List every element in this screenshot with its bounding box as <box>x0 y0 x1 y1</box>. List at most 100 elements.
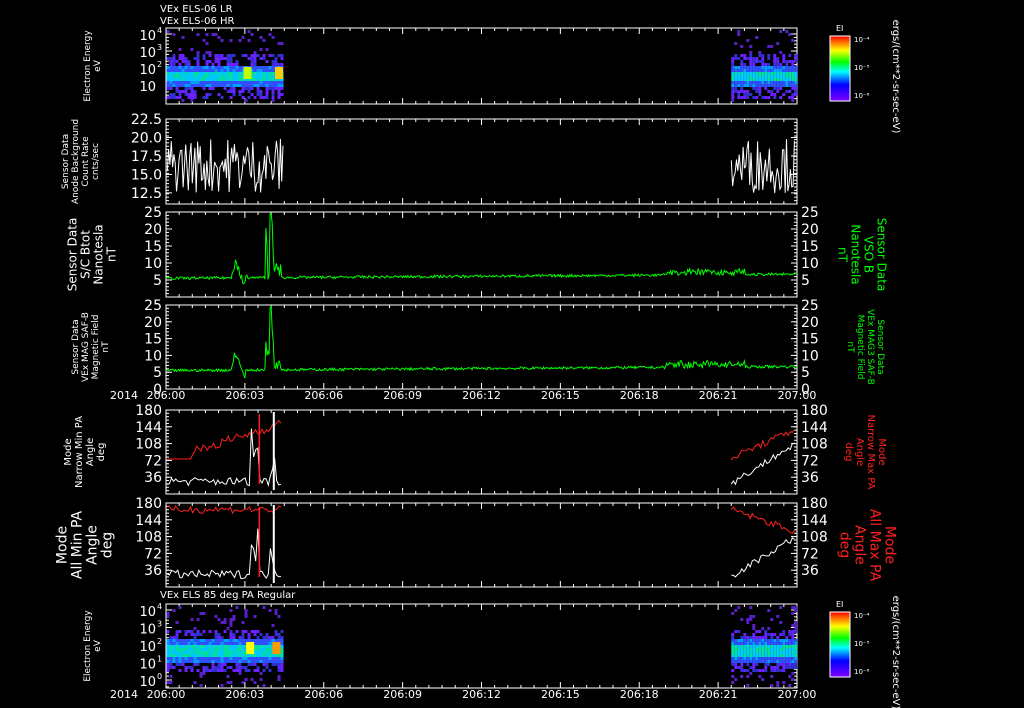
spectrogram-cell <box>770 666 774 669</box>
spectrogram-cell <box>758 93 762 96</box>
y-tick-label-right: 144 <box>801 513 828 529</box>
spectrogram-cell <box>791 642 795 645</box>
colorbar-tick: 10⁻⁴ <box>854 612 870 620</box>
spectrogram-cell <box>226 84 230 87</box>
spectrogram-cell <box>746 657 750 660</box>
spectrogram-cell <box>214 54 218 57</box>
spectrogram-cell <box>794 642 798 645</box>
spectrogram-cell <box>211 642 215 645</box>
spectrogram-cell <box>175 639 179 642</box>
colorbar-units: ergs/(cm**2-sr-sec-eV) <box>890 20 901 134</box>
spectrogram-cell <box>175 72 179 75</box>
spectrogram-cell <box>169 660 173 663</box>
spectrogram-cell <box>178 669 182 672</box>
spectrogram-cell <box>214 642 218 645</box>
spectrogram-cell <box>268 636 272 639</box>
axis-label-line: Sensor Data <box>875 319 885 374</box>
spectrogram-cell <box>196 33 200 36</box>
spectrogram-cell <box>193 75 197 78</box>
spectrogram-cell <box>731 612 735 615</box>
spectrogram-cell <box>214 75 218 78</box>
spectrogram-cell <box>241 87 245 90</box>
spectrogram-cell <box>770 90 774 93</box>
axis-label-line: Anode Background <box>71 119 81 204</box>
spectrogram-cell <box>773 78 777 81</box>
spectrogram-cell <box>265 60 269 63</box>
spectrogram-cell <box>274 633 278 636</box>
spectrogram-cell <box>737 96 741 99</box>
spectrogram-cell <box>740 654 744 657</box>
spectrogram-cell <box>175 645 179 648</box>
spectrogram-cell <box>205 69 209 72</box>
spectrogram-cell <box>235 648 239 651</box>
spectrogram-cell <box>211 66 215 69</box>
spectrogram-cell <box>223 75 227 78</box>
spectrogram-cell <box>211 654 215 657</box>
spectrogram-cell <box>262 72 266 75</box>
spectrogram-cell <box>232 669 236 672</box>
spectrogram-cell <box>746 660 750 663</box>
spectrogram-cell <box>770 81 774 84</box>
spectrogram-cell <box>740 663 744 666</box>
spectrogram-cell <box>190 72 194 75</box>
spectrogram-cell <box>199 648 203 651</box>
spectrogram-cell <box>223 654 227 657</box>
axis-label-line: nT <box>835 247 849 263</box>
spectrogram-cell <box>265 81 269 84</box>
axis-label-line: Angle <box>85 438 96 466</box>
spectrogram-cell <box>235 645 239 648</box>
spectrogram-cell <box>794 84 798 87</box>
spectrogram-cell <box>271 93 275 96</box>
spectrogram-cell <box>250 660 254 663</box>
spectrogram-cell <box>788 684 792 687</box>
time-tick-label: 206:06 <box>304 688 343 701</box>
spectrogram-cell <box>217 663 221 666</box>
spectrogram-cell <box>190 93 194 96</box>
spectrogram-cell <box>238 72 242 75</box>
spectrogram-cell <box>785 84 789 87</box>
spectrogram-cell <box>172 33 176 36</box>
spectrogram-cell <box>166 639 170 642</box>
spectrogram-cell <box>758 78 762 81</box>
spectrogram-cell <box>776 651 780 654</box>
spectrogram-cell <box>226 60 230 63</box>
spectrogram-cell <box>166 30 170 33</box>
spectrogram-cell <box>229 96 233 99</box>
spectrogram-cell <box>731 99 735 102</box>
spectrogram-cell <box>737 654 741 657</box>
spectrogram-cell <box>770 45 774 48</box>
spectrogram-cell <box>773 96 777 99</box>
spectrogram-cell <box>268 648 272 651</box>
spectrogram-cell <box>779 63 783 66</box>
spectrogram-cell <box>280 84 284 87</box>
spectrogram-cell <box>268 75 272 78</box>
spectrogram-cell <box>737 57 741 60</box>
spectrogram-cell <box>755 78 759 81</box>
spectrogram-cell <box>785 66 789 69</box>
spectrogram-cell <box>746 66 750 69</box>
y-tick-label: 36 <box>144 563 162 579</box>
spectrogram-cell <box>277 42 281 45</box>
spectrogram-cell <box>740 81 744 84</box>
spectrogram-cell <box>208 630 212 633</box>
spectrogram-cell <box>271 69 275 72</box>
spectrogram-cell <box>229 90 233 93</box>
spectrogram-cell <box>764 630 768 633</box>
spectrogram-cell <box>181 663 185 666</box>
spectrogram-cell <box>770 654 774 657</box>
spectrogram-cell <box>791 630 795 633</box>
spectrogram-cell <box>773 93 777 96</box>
spectrogram-cell <box>271 54 275 57</box>
spectrogram-cell <box>241 639 245 642</box>
spectrogram-cell <box>776 660 780 663</box>
spectrogram-cell <box>785 654 789 657</box>
spectrogram-cell <box>175 96 179 99</box>
time-tick-label: 206:03 <box>226 389 265 402</box>
spectrogram-cell <box>229 60 233 63</box>
spectrogram-cell <box>788 666 792 669</box>
spectrogram-cell <box>202 630 206 633</box>
spectrogram-cell <box>178 78 182 81</box>
spectrogram-cell <box>791 672 795 675</box>
spectrogram-cell <box>193 681 197 684</box>
spectrogram-cell <box>749 618 753 621</box>
